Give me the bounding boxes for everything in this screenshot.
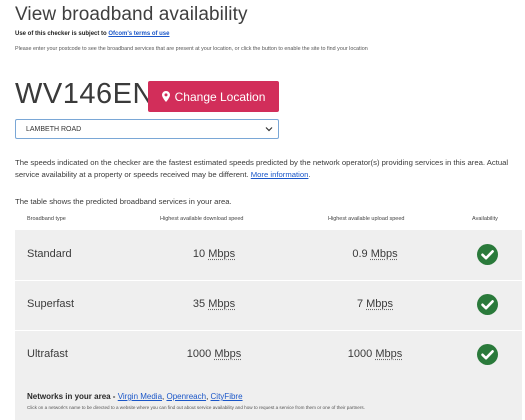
terms-prefix: Use of this checker is subject to <box>15 31 109 37</box>
address-select[interactable]: LAMBETH ROAD <box>15 119 279 139</box>
more-info-suffix: . <box>308 170 311 179</box>
download-unit: Mbps <box>214 348 242 360</box>
upload-value: 7 <box>356 298 364 310</box>
header-type: Broadband type <box>27 216 66 222</box>
broadband-type: Ultrafast <box>27 348 68 360</box>
download-speed: 10 Mbps <box>155 248 273 260</box>
header-upload: Highest available upload speed <box>328 216 405 222</box>
download-unit: Mbps <box>208 248 236 260</box>
change-location-button[interactable]: Change Location <box>148 81 279 112</box>
upload-speed: 1000 Mbps <box>317 348 433 360</box>
address-selected-value: LAMBETH ROAD <box>26 125 82 133</box>
terms-notice: Use of this checker is subject to Ofcom'… <box>15 31 170 37</box>
broadband-type: Standard <box>27 248 72 260</box>
change-location-label: Change Location <box>174 89 266 104</box>
upload-unit: Mbps <box>375 348 403 360</box>
page-title: View broadband availability <box>15 4 248 25</box>
table-intro: The table shows the predicted broadband … <box>15 197 232 206</box>
networks-heading: Networks in your area - Virgin Media, Op… <box>27 392 243 401</box>
check-circle-icon <box>477 344 498 365</box>
upload-unit: Mbps <box>370 248 398 260</box>
instructions-text: Please enter your postcode to see the br… <box>15 46 368 52</box>
header-availability: Availability <box>472 216 498 222</box>
chevron-down-icon <box>265 127 273 132</box>
upload-speed: 0.9 Mbps <box>317 248 433 260</box>
check-circle-icon <box>477 244 498 265</box>
broadband-type: Superfast <box>27 298 75 310</box>
table-header: Broadband type Highest available downloa… <box>15 214 522 228</box>
upload-unit: Mbps <box>366 298 394 310</box>
download-speed: 1000 Mbps <box>155 348 273 360</box>
download-speed: 35 Mbps <box>155 298 273 310</box>
network-link-openreach[interactable]: Openreach <box>166 392 206 401</box>
network-link-virgin-media[interactable]: Virgin Media <box>118 392 162 401</box>
networks-panel: Networks in your area - Virgin Media, Op… <box>15 380 522 420</box>
broadband-table: Standard 10 Mbps 0.9 Mbps Superfast 35 M… <box>15 230 522 380</box>
table-row: Standard 10 Mbps 0.9 Mbps <box>15 230 522 280</box>
network-link-cityfibre[interactable]: CityFibre <box>211 392 243 401</box>
terms-link[interactable]: Ofcom's terms of use <box>108 31 169 37</box>
map-pin-icon <box>161 91 170 102</box>
more-information-link[interactable]: More information <box>251 170 309 179</box>
upload-value: 0.9 <box>352 248 368 260</box>
postcode-display: WV146EN <box>15 78 154 110</box>
download-value: 10 <box>192 248 206 260</box>
networks-note: Click on a network's name to be directed… <box>27 405 365 410</box>
speeds-disclaimer: The speeds indicated on the checker are … <box>15 157 520 181</box>
download-value: 1000 <box>186 348 212 360</box>
table-row: Superfast 35 Mbps 7 Mbps <box>15 280 522 330</box>
download-unit: Mbps <box>208 298 236 310</box>
table-row: Ultrafast 1000 Mbps 1000 Mbps <box>15 330 522 380</box>
upload-speed: 7 Mbps <box>317 298 433 310</box>
upload-value: 1000 <box>347 348 373 360</box>
check-circle-icon <box>477 294 498 315</box>
download-value: 35 <box>192 298 206 310</box>
header-download: Highest available download speed <box>160 216 244 222</box>
networks-label: Networks in your area - <box>27 392 118 401</box>
